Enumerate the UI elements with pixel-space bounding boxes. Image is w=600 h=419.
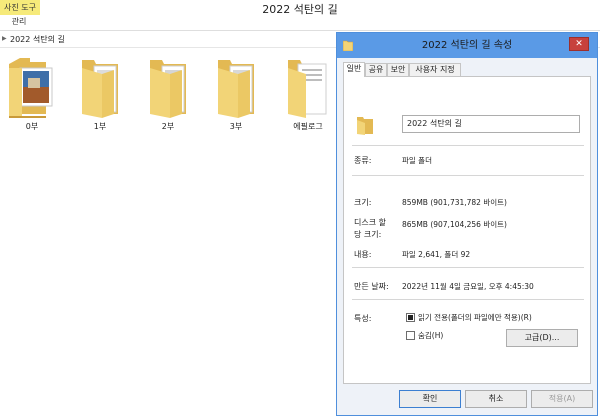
folder-label: 2부: [161, 122, 175, 131]
folder-item[interactable]: 1부: [74, 54, 126, 134]
ribbon-tabs: 관리: [0, 15, 600, 31]
folder-label: 0부: [25, 122, 39, 131]
hidden-label: 숨김(H): [418, 331, 444, 340]
folder-item[interactable]: 0부: [6, 54, 58, 134]
folder-photo-icon: [9, 58, 53, 118]
disk-size-label-line1: 디스크 할: [354, 218, 386, 227]
folder-item[interactable]: 2부: [142, 54, 194, 134]
folder-icon: [218, 60, 254, 118]
divider: [352, 145, 584, 146]
divider: [352, 267, 584, 268]
advanced-button[interactable]: 고급(D)...: [506, 329, 578, 347]
folder-item[interactable]: 에필로그: [280, 54, 336, 134]
created-value: 2022년 11월 4일 금요일, 오후 4:45:30: [402, 282, 534, 291]
type-label: 종류:: [354, 156, 372, 165]
apply-button[interactable]: 적용(A): [531, 390, 593, 408]
folder-label: 에필로그: [293, 122, 323, 131]
cancel-button[interactable]: 취소: [465, 390, 527, 408]
ok-button[interactable]: 확인: [399, 390, 461, 408]
folder-document-icon: [288, 60, 327, 118]
type-value: 파일 폴더: [402, 156, 432, 165]
folder-icon: [82, 60, 118, 118]
dialog-body: 일반 공유 보안 사용자 지정 2022 석탄의 길 종류: 파일 폴더 크기:…: [337, 58, 597, 415]
folder-item[interactable]: 3부: [210, 54, 262, 134]
chevron-right-icon[interactable]: ▶: [2, 35, 7, 42]
readonly-checkbox[interactable]: [406, 313, 415, 322]
dialog-title-bar[interactable]: 2022 석탄의 길 속성 ✕: [337, 33, 597, 58]
tab-security[interactable]: 보안: [387, 63, 409, 76]
dialog-title: 2022 석탄의 길 속성: [421, 40, 513, 51]
size-value: 859MB (901,731,782 바이트): [402, 198, 507, 207]
contents-label: 내용:: [354, 250, 372, 259]
disk-size-label-line2: 당 크기:: [354, 230, 382, 239]
tab-manage[interactable]: 관리: [4, 15, 34, 30]
tab-sharing[interactable]: 공유: [365, 63, 387, 76]
created-label: 만든 날짜:: [354, 282, 389, 291]
breadcrumb[interactable]: 2022 석탄의 길: [10, 34, 65, 45]
divider: [352, 299, 584, 300]
attributes-label: 특성:: [354, 314, 372, 323]
hidden-checkbox[interactable]: [406, 331, 415, 340]
disk-size-value: 865MB (907,104,256 바이트): [402, 220, 507, 229]
folder-name-input[interactable]: 2022 석탄의 길: [402, 115, 580, 133]
readonly-label: 읽기 전용(폴더의 파일에만 적용)(R): [418, 313, 532, 322]
contents-value: 파일 2,641, 폴더 92: [402, 250, 471, 259]
explorer-window: 사진 도구 2022 석탄의 길 관리 ▶ 2022 석탄의 길 0부 1부 2…: [0, 0, 600, 419]
general-panel: 2022 석탄의 길 종류: 파일 폴더 크기: 859MB (901,731,…: [343, 76, 591, 384]
tab-general[interactable]: 일반: [343, 62, 365, 77]
close-button[interactable]: ✕: [569, 37, 589, 51]
folder-icon: [150, 60, 186, 118]
properties-dialog: 2022 석탄의 길 속성 ✕ 일반 공유 보안 사용자 지정 2022 석탄의…: [336, 32, 598, 416]
size-label: 크기:: [354, 198, 372, 207]
divider: [352, 175, 584, 176]
folder-label: 1부: [93, 122, 107, 131]
folder-icon: [357, 117, 373, 135]
tab-customize[interactable]: 사용자 지정: [409, 63, 461, 76]
folder-label: 3부: [229, 122, 243, 131]
